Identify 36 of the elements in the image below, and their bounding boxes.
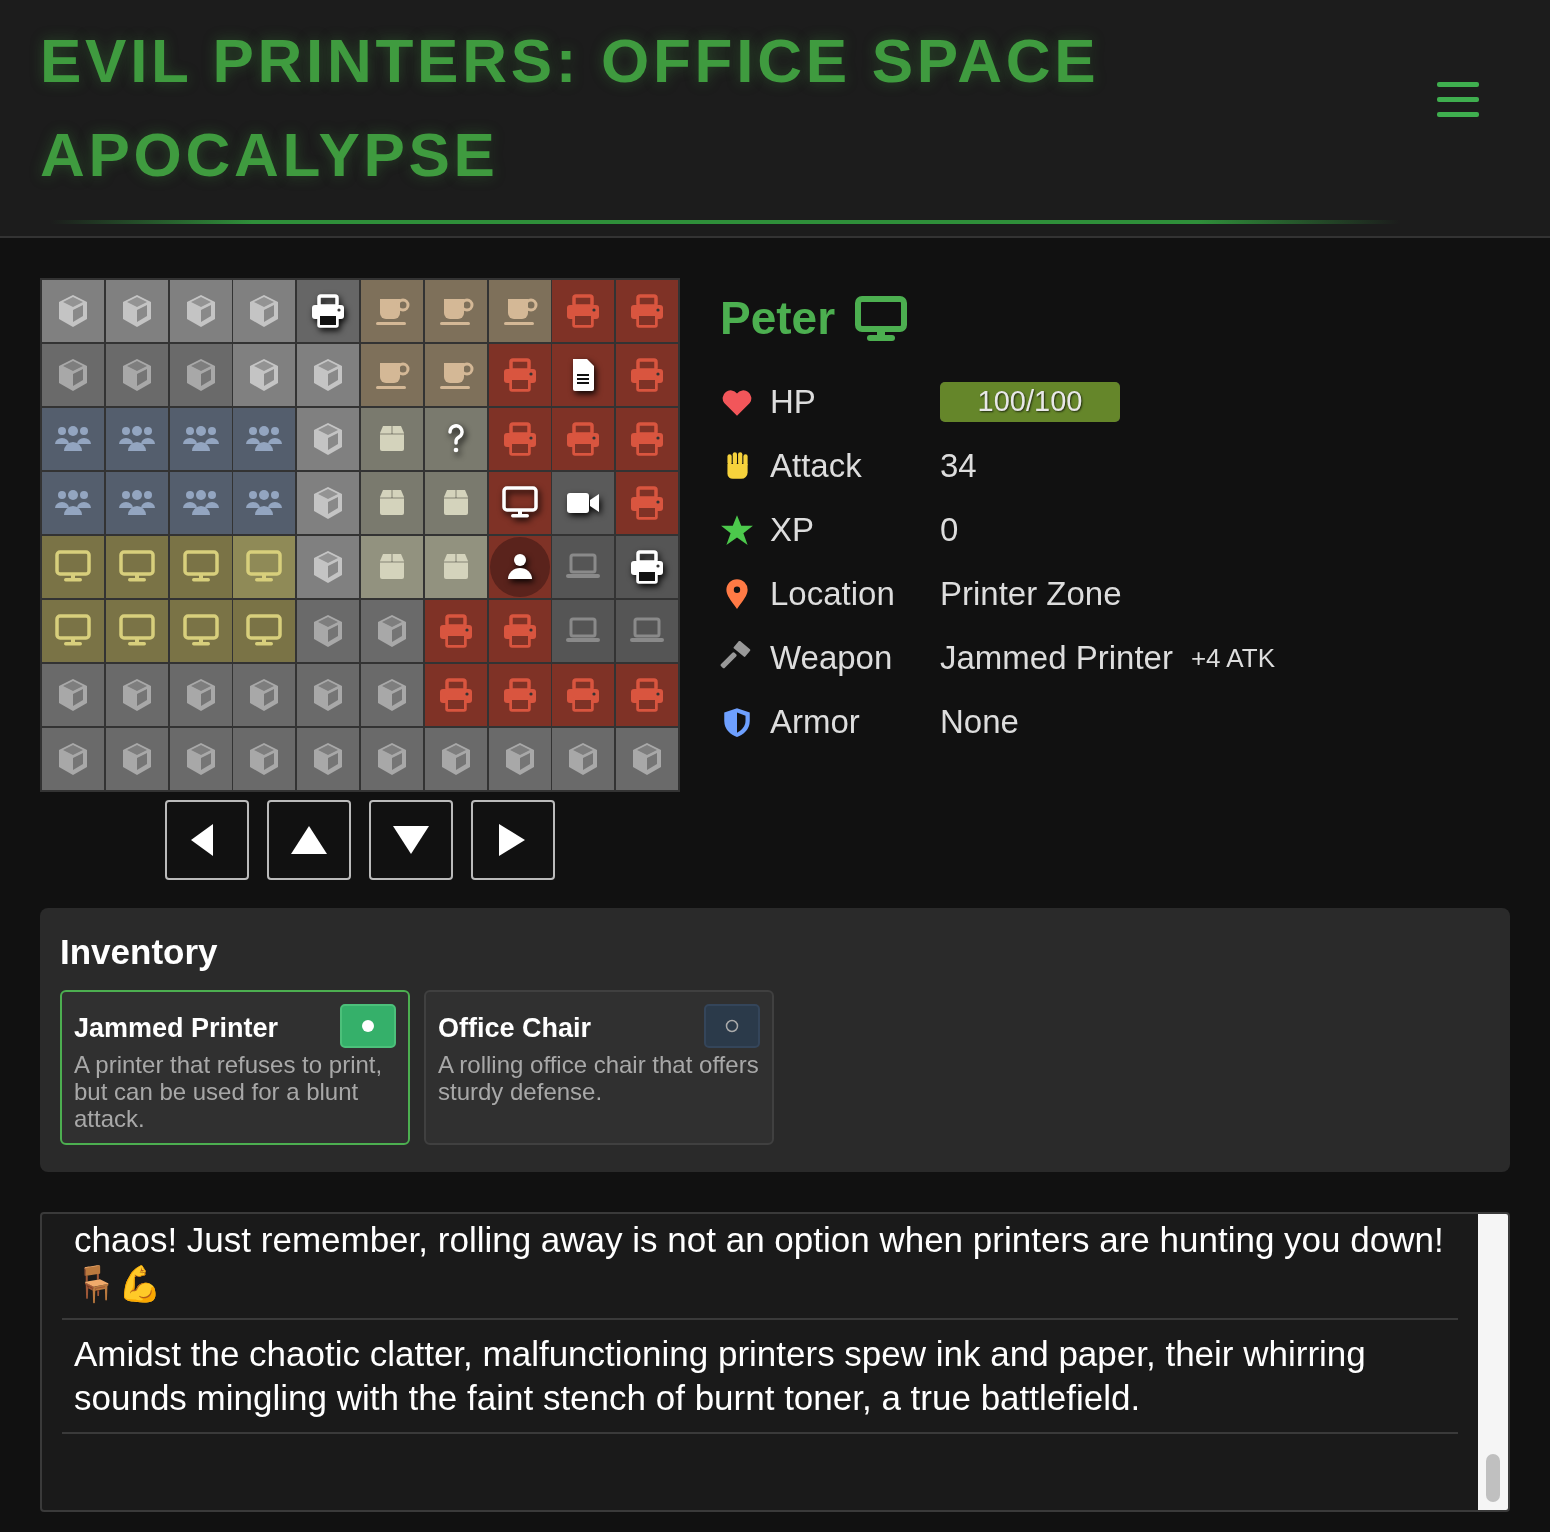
- game-title: EVIL PRINTERS: OFFICE SPACE APOCALYPSE: [40, 25, 1101, 191]
- item-name: Jammed Printer: [74, 1012, 279, 1045]
- item-description: A rolling office chair that offers sturdy defense.: [438, 1050, 760, 1105]
- inventory-card[interactable]: Jammed Printer A printer that refuses to print, but can be used for a blunt attack.: [60, 990, 410, 1145]
- hp-value: 100/100: [976, 384, 1084, 420]
- empty-circle-icon: [725, 1019, 739, 1033]
- stat-label: HP: [770, 382, 817, 423]
- star-icon: [720, 513, 754, 547]
- equip-toggle[interactable]: [704, 1004, 760, 1048]
- stat-label: Armor: [770, 702, 861, 743]
- stat-value: Printer Zone: [940, 574, 1122, 615]
- equip-toggle[interactable]: [340, 1004, 396, 1048]
- stat-label: Weapon: [770, 638, 894, 679]
- scrollbar[interactable]: [1478, 1214, 1508, 1510]
- item-name: Office Chair: [438, 1012, 592, 1045]
- stat-label: Attack: [770, 446, 863, 487]
- move-button[interactable]: [369, 800, 453, 880]
- character-name: Peter: [720, 291, 836, 346]
- menu-icon[interactable]: [1437, 82, 1479, 118]
- item-description: A printer that refuses to print, but can be used for a blunt attack.: [74, 1050, 384, 1132]
- monitor-icon: [855, 295, 908, 342]
- move-button[interactable]: [267, 800, 351, 880]
- stat-label: Location: [770, 574, 896, 615]
- filled-dot-icon: [361, 1019, 375, 1033]
- stat-value: None: [940, 702, 1019, 743]
- log-message: chaos! Just remember, rolling away is not an option when printers are hunting you down! 🪑💪: [62, 1214, 1458, 1320]
- stat-value: Jammed Printer: [940, 638, 1173, 679]
- stat-label: XP: [770, 510, 816, 551]
- log-message: Amidst the chaotic clatter, malfunctioning printers spew ink and paper, their whirring sounds mingling with the faint stench of burnt toner, a true battlefield.: [62, 1320, 1458, 1434]
- stat-value: 0: [940, 510, 959, 551]
- stat-value: 34: [940, 446, 977, 487]
- inventory-heading: Inventory: [60, 931, 219, 973]
- move-button[interactable]: [471, 800, 555, 880]
- weapon-bonus: +4 ATK: [1190, 641, 1275, 675]
- inventory-card[interactable]: Office Chair A rolling office chair that offers sturdy defense.: [424, 990, 774, 1145]
- move-button[interactable]: [165, 800, 249, 880]
